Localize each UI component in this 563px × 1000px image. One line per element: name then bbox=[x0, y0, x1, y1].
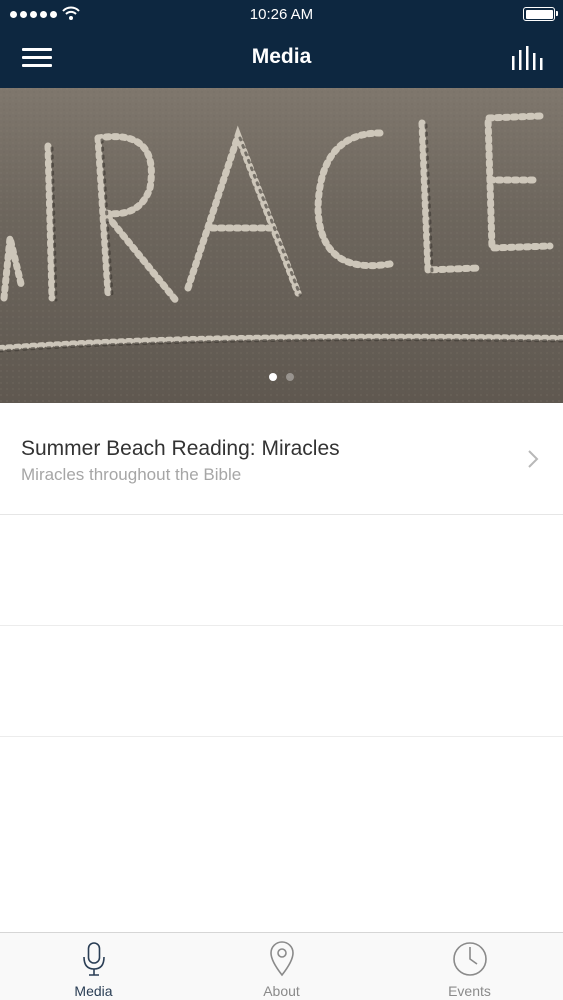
empty-row bbox=[0, 515, 563, 626]
tab-about[interactable]: About bbox=[188, 933, 375, 1000]
list-item[interactable]: Summer Beach Reading: Miracles Miracles … bbox=[0, 403, 563, 515]
battery-icon bbox=[523, 7, 558, 21]
map-pin-icon bbox=[269, 941, 294, 977]
microphone-icon bbox=[82, 942, 105, 976]
featured-carousel[interactable] bbox=[0, 88, 563, 403]
page-title: Media bbox=[251, 45, 312, 68]
audio-bars-icon[interactable] bbox=[509, 44, 545, 72]
tab-label: Media bbox=[74, 983, 113, 999]
page-dot-active[interactable] bbox=[269, 373, 277, 381]
tab-events[interactable]: Events bbox=[376, 933, 563, 1000]
status-bar: 10:26 AM bbox=[0, 0, 563, 30]
page-dot[interactable] bbox=[286, 373, 294, 381]
empty-row bbox=[0, 626, 563, 737]
hero-image bbox=[0, 88, 563, 403]
nav-bar: Media bbox=[0, 30, 563, 88]
chevron-right-icon bbox=[528, 450, 539, 468]
clock-icon bbox=[452, 942, 487, 976]
media-title: Summer Beach Reading: Miracles bbox=[21, 437, 340, 460]
media-subtitle: Miracles throughout the Bible bbox=[21, 465, 242, 484]
tab-bar: Media About Events bbox=[0, 932, 563, 1000]
tab-label: About bbox=[263, 983, 300, 999]
carousel-page-indicator[interactable] bbox=[0, 373, 563, 381]
tab-media[interactable]: Media bbox=[0, 933, 187, 1000]
tab-label: Events bbox=[448, 983, 491, 999]
status-time: 10:26 AM bbox=[249, 6, 314, 23]
